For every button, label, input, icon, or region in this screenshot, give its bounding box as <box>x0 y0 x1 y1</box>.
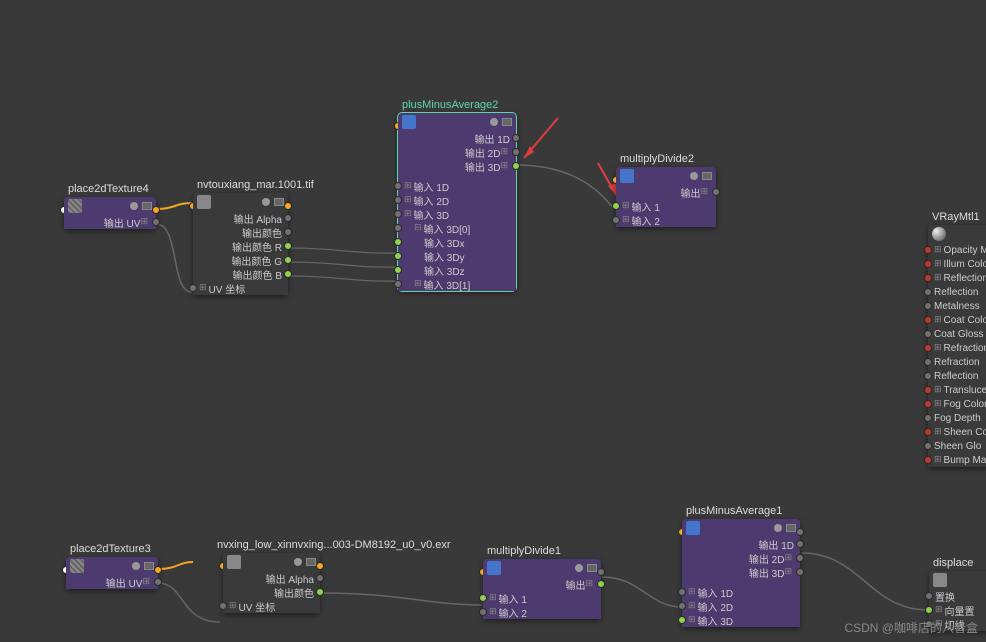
node-multiplydivide1[interactable]: multiplyDivide1 输出⊞ ⊞输入 1 ⊞输入 2 <box>483 559 601 619</box>
node-title: displace <box>929 555 977 571</box>
node-place2dtexture3[interactable]: place2dTexture3 输出 UV⊞ <box>66 557 158 589</box>
node-title: place2dTexture3 <box>66 541 155 557</box>
node-title: VRayMtl1 <box>928 209 984 225</box>
utility-icon <box>620 169 634 183</box>
utility-icon <box>933 573 947 587</box>
image-thumb-icon <box>227 555 241 569</box>
node-file2[interactable]: nvxing_low_xinnvxing...003-DM8192_u0_v0.… <box>223 553 320 613</box>
utility-icon <box>686 521 700 535</box>
node-file1[interactable]: nvtouxiang_mar.1001.tif 输出 Alpha 输出颜色 输出… <box>193 193 288 295</box>
node-title: place2dTexture4 <box>64 181 153 197</box>
utility-icon <box>402 115 416 129</box>
node-title: nvxing_low_xinnvxing...003-DM8192_u0_v0.… <box>213 537 455 553</box>
node-title: multiplyDivide2 <box>616 151 698 167</box>
node-title: multiplyDivide1 <box>483 543 565 559</box>
node-multiplydivide2[interactable]: multiplyDivide2 输出⊞ ⊞输入 1 ⊞输入 2 <box>616 167 716 227</box>
material-sphere-icon <box>932 227 946 241</box>
node-plusminusaverage1[interactable]: plusMinusAverage1 输出 1D 输出 2D⊞ 输出 3D⊞ ⊞输… <box>682 519 800 627</box>
texture-icon <box>70 559 84 573</box>
node-title: nvtouxiang_mar.1001.tif <box>193 177 318 193</box>
node-title: plusMinusAverage2 <box>398 97 502 113</box>
texture-icon <box>68 199 82 213</box>
node-title: plusMinusAverage1 <box>682 503 786 519</box>
node-place2dtexture4[interactable]: place2dTexture4 输出 UV⊞ <box>64 197 156 229</box>
utility-icon <box>487 561 501 575</box>
image-thumb-icon <box>197 195 211 209</box>
watermark: CSDN @咖啡店的八音盒 <box>844 619 978 636</box>
node-vraymtl1[interactable]: VRayMtl1 ⊞Opacity M ⊞Illum Colo ⊞Reflect… <box>928 225 986 467</box>
node-plusminusaverage2[interactable]: plusMinusAverage2 输出 1D 输出 2D⊞ 输出 3D⊞ ⊞输… <box>398 113 516 291</box>
